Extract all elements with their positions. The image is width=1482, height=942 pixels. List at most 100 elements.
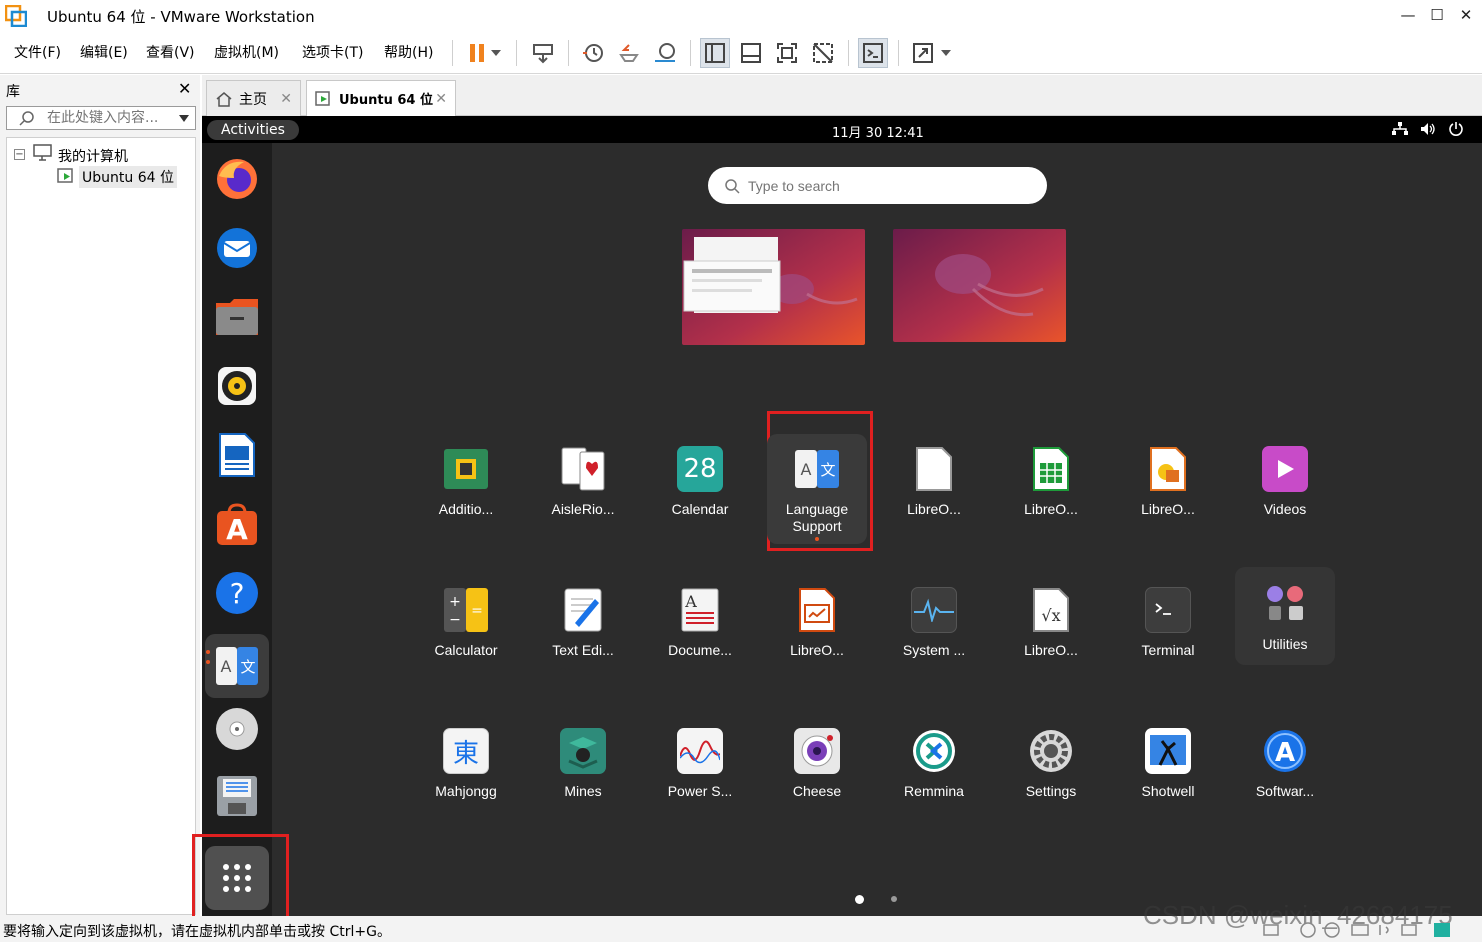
- app-calendar[interactable]: 28 Calendar: [650, 434, 750, 554]
- revert-snapshot-icon[interactable]: [614, 38, 644, 68]
- menu-vm[interactable]: 虚拟机(M): [214, 42, 279, 62]
- app-language-support[interactable]: A文 Language Support: [767, 434, 867, 544]
- tab-ubuntu[interactable]: Ubuntu 64 位 ✕: [306, 80, 456, 116]
- stretch-guest-icon[interactable]: [908, 38, 938, 68]
- snapshot-manager-icon[interactable]: [650, 38, 680, 68]
- floppy-disk-icon[interactable]: [212, 771, 262, 821]
- calculator-icon: + − =: [443, 587, 489, 633]
- page-indicator[interactable]: [891, 896, 897, 902]
- chevron-down-icon[interactable]: [179, 115, 189, 122]
- app-terminal[interactable]: Terminal: [1118, 575, 1218, 695]
- files-icon[interactable]: [212, 292, 262, 342]
- snapshot-icon[interactable]: [578, 38, 608, 68]
- app-calculator[interactable]: + − = Calculator: [416, 575, 516, 695]
- app-additional-drivers[interactable]: Additio...: [416, 434, 516, 554]
- workspace-thumbnail-2[interactable]: [893, 229, 1066, 342]
- libreoffice-impress-icon: [794, 587, 840, 633]
- app-libreoffice-impress-2[interactable]: LibreO...: [767, 575, 867, 695]
- clock[interactable]: 11月 30 12:41: [832, 122, 924, 141]
- svg-text:+: +: [449, 594, 461, 610]
- mines-icon: [560, 728, 606, 774]
- close-icon[interactable]: ✕: [435, 91, 447, 107]
- tree-my-computer[interactable]: 我的计算机: [58, 146, 128, 166]
- toolbar-separator: [568, 40, 569, 66]
- chevron-down-icon[interactable]: [486, 38, 506, 68]
- minimize-button[interactable]: —: [1396, 4, 1420, 26]
- vmware-logo-icon: [4, 4, 28, 28]
- app-cheese[interactable]: Cheese: [767, 716, 867, 836]
- menu-tabs[interactable]: 选项卡(T): [302, 42, 363, 62]
- menu-file[interactable]: 文件(F): [14, 42, 61, 62]
- videos-icon: [1262, 446, 1308, 492]
- app-libreoffice-math[interactable]: √x LibreO...: [1001, 575, 1101, 695]
- library-search-input[interactable]: [47, 109, 172, 127]
- app-utilities-folder[interactable]: Utilities: [1235, 567, 1335, 665]
- app-mahjongg[interactable]: 東 Mahjongg: [416, 716, 516, 836]
- show-library-icon[interactable]: [700, 38, 730, 68]
- app-document-viewer[interactable]: A Docume...: [650, 575, 750, 695]
- app-remmina[interactable]: Remmina: [884, 716, 984, 836]
- menu-view[interactable]: 查看(V): [146, 42, 195, 62]
- thunderbird-icon[interactable]: [212, 223, 262, 273]
- close-icon[interactable]: ✕: [280, 91, 292, 107]
- svg-text:−: −: [449, 612, 461, 628]
- camera-icon: [794, 728, 840, 774]
- system-monitor-icon: [911, 587, 957, 633]
- workspace-thumbnail-1[interactable]: [682, 229, 865, 345]
- firefox-icon[interactable]: [212, 154, 262, 204]
- thumbnail-bar-icon[interactable]: [736, 38, 766, 68]
- language-support-icon[interactable]: A文: [205, 634, 269, 698]
- toolbar-separator: [848, 40, 849, 66]
- app-videos[interactable]: Videos: [1235, 434, 1335, 554]
- rhythmbox-icon[interactable]: [212, 361, 262, 411]
- tree-ubuntu-vm[interactable]: Ubuntu 64 位: [79, 166, 177, 188]
- maximize-button[interactable]: ☐: [1425, 4, 1449, 26]
- language-support-icon: A文: [794, 446, 840, 492]
- volume-icon[interactable]: [1420, 122, 1436, 136]
- page-indicator-active[interactable]: [855, 895, 864, 904]
- svg-text:A: A: [226, 513, 248, 546]
- ubuntu-software-icon[interactable]: A: [212, 499, 262, 549]
- unity-mode-icon[interactable]: [808, 38, 838, 68]
- shotwell-icon: [1145, 728, 1191, 774]
- app-system-monitor[interactable]: System ...: [884, 575, 984, 695]
- search-icon: [725, 179, 740, 194]
- status-bar: 要将输入定向到该虚拟机，请在虚拟机内部单击或按 Ctrl+G。 CSDN @we…: [0, 900, 1482, 942]
- app-mines[interactable]: Mines: [533, 716, 633, 836]
- libreoffice-writer-icon[interactable]: [212, 430, 262, 480]
- app-text-editor[interactable]: Text Edi...: [533, 575, 633, 695]
- vm-display[interactable]: Activities 11月 30 12:41 A ? A文 Type to s…: [202, 116, 1482, 916]
- app-libreoffice-impress[interactable]: LibreO...: [1118, 434, 1218, 554]
- app-settings[interactable]: Settings: [1001, 716, 1101, 836]
- app-software-updater[interactable]: A Softwar...: [1235, 716, 1335, 836]
- console-view-icon[interactable]: [858, 38, 888, 68]
- network-icon[interactable]: [1392, 122, 1408, 136]
- help-icon[interactable]: ?: [212, 568, 262, 618]
- activities-button[interactable]: Activities: [207, 120, 299, 140]
- collapse-toggle[interactable]: −: [14, 149, 25, 160]
- search-input[interactable]: [748, 176, 1028, 196]
- power-icon[interactable]: [1448, 121, 1464, 137]
- calendar-icon: 28: [677, 446, 723, 492]
- send-ctrl-alt-del-icon[interactable]: [528, 38, 558, 68]
- svg-text:A: A: [684, 592, 697, 611]
- toolbar-separator: [898, 40, 899, 66]
- menu-help[interactable]: 帮助(H): [384, 42, 433, 62]
- app-shotwell[interactable]: Shotwell: [1118, 716, 1218, 836]
- library-search[interactable]: [6, 106, 196, 130]
- full-screen-icon[interactable]: [772, 38, 802, 68]
- toolbar-separator: [690, 40, 691, 66]
- app-power-statistics[interactable]: Power S...: [650, 716, 750, 836]
- chevron-down-icon[interactable]: [936, 38, 956, 68]
- search-box[interactable]: [708, 167, 1047, 204]
- device-status-icons[interactable]: [1262, 921, 1462, 939]
- app-aisleriot[interactable]: AisleRio...: [533, 434, 633, 554]
- close-button[interactable]: ✕: [1454, 4, 1478, 26]
- tab-home[interactable]: 主页 ✕: [206, 80, 301, 116]
- menu-edit[interactable]: 编辑(E): [80, 42, 128, 62]
- close-icon[interactable]: ✕: [178, 79, 191, 98]
- app-libreoffice-calc[interactable]: LibreO...: [1001, 434, 1101, 554]
- optical-disc-icon[interactable]: [212, 704, 262, 754]
- tab-label: Ubuntu 64 位: [339, 93, 433, 108]
- app-libreoffice[interactable]: LibreO...: [884, 434, 984, 554]
